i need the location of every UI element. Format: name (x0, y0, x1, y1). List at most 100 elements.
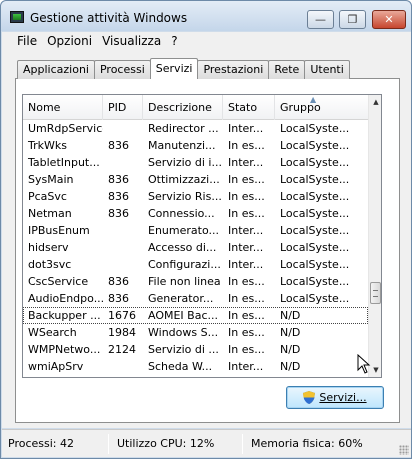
scrollbar-thumb[interactable] (370, 282, 381, 304)
column-header-name[interactable]: Nome (23, 95, 103, 120)
column-header-group[interactable]: Gruppo ▲ (275, 95, 368, 120)
cell-description: Enumerato... (148, 224, 219, 237)
tab-users[interactable]: Utenti (304, 60, 350, 79)
cell-status: In es... (228, 173, 265, 186)
cell-group: LocalSyste... (280, 241, 350, 254)
table-row[interactable]: IPBusEnum Enumerato... Inter... LocalSyste.… (23, 222, 368, 239)
cell-pid: 1676 (108, 309, 136, 322)
cell-name: wmiApSrv (28, 360, 84, 373)
cell-name: hidserv (28, 241, 69, 254)
table-row[interactable]: hidserv Accesso di... Inter... LocalSyste..… (23, 239, 368, 256)
cell-name: AudioEndpo... (28, 292, 103, 305)
cell-pid: 836 (108, 292, 129, 305)
cell-group: N/D (280, 326, 301, 339)
cell-status: Inter... (228, 224, 264, 237)
table-row[interactable]: AudioEndpo... 836 Generator... In es... Loca… (23, 290, 368, 307)
sort-ascending-icon: ▲ (310, 95, 317, 104)
cell-description: Servizio di ... (148, 343, 219, 356)
cell-pid (103, 222, 143, 239)
table-row[interactable]: WMPNetwo... 2124 Servizio di ... In es... N/… (23, 341, 368, 358)
tab-performance[interactable]: Prestazioni (197, 60, 270, 79)
list-rows: UmRdpService Redirector ... Inter... LocalS… (23, 120, 368, 375)
cell-status: Inter... (228, 241, 264, 254)
cell-description: Windows S... (148, 326, 219, 339)
menu-bar: File Opzioni Visualizza ? (2, 32, 411, 50)
tab-services[interactable]: Servizi (149, 58, 199, 79)
menu-options[interactable]: Opzioni (42, 34, 97, 48)
cell-name: TrkWks (28, 139, 67, 152)
table-row[interactable]: Netman 836 Connessio... In es... LocalSyste.… (23, 205, 368, 222)
table-row[interactable]: wmiApSrv Scheda W... Inter... N/D (23, 358, 368, 375)
cell-name: CscService (28, 275, 89, 288)
client-area: Applicazioni Processi Servizi Prestazion… (2, 50, 411, 428)
menu-view[interactable]: Visualizza (97, 34, 166, 48)
task-manager-icon (10, 11, 24, 23)
tab-network[interactable]: Rete (268, 60, 306, 79)
table-row[interactable]: PcaSvc 836 Servizio Ris... In es... LocalSys… (23, 188, 368, 205)
services-button-label: Servizi... (319, 391, 367, 404)
cell-group: LocalSyste... (280, 292, 350, 305)
cell-description: Scheda W... (148, 360, 213, 373)
resize-grip-icon[interactable] (399, 445, 409, 455)
cell-group: N/D (280, 309, 301, 322)
cell-name: TabletInput... (28, 156, 100, 169)
cell-name: Backupper ... (28, 309, 101, 322)
tab-applications[interactable]: Applicazioni (17, 60, 95, 79)
cell-name: IPBusEnum (28, 224, 90, 237)
cell-pid: 1984 (108, 326, 136, 339)
window-title: Gestione attività Windows (30, 11, 188, 25)
cell-group: LocalSyste... (280, 207, 350, 220)
close-button[interactable]: ✕ (372, 10, 406, 29)
cell-status: Inter... (228, 258, 264, 271)
cell-pid (103, 358, 143, 375)
cell-group: LocalSyste... (280, 122, 350, 135)
cell-group: LocalSyste... (280, 224, 350, 237)
column-header-description[interactable]: Descrizione (143, 95, 223, 120)
menu-help[interactable]: ? (166, 34, 182, 48)
mouse-cursor-icon (357, 354, 371, 374)
table-row[interactable]: UmRdpService Redirector ... Inter... LocalS… (23, 120, 368, 137)
cell-status: Inter... (228, 122, 264, 135)
services-button[interactable]: Servizi... (286, 386, 384, 409)
minimize-button[interactable]: — (307, 10, 334, 29)
cell-name: dot3svc (28, 258, 72, 271)
table-row[interactable]: TabletInput... Servizio di i... Inter... Lo… (23, 154, 368, 171)
maximize-button[interactable]: ❐ (339, 10, 366, 29)
tab-processes[interactable]: Processi (93, 60, 151, 79)
cell-name: Netman (28, 207, 72, 220)
cell-description: Servizio Ris... (148, 190, 222, 203)
cell-description: Ottimizzazi... (148, 173, 220, 186)
cell-pid: 836 (108, 275, 129, 288)
title-bar[interactable]: Gestione attività Windows — ❐ ✕ (1, 1, 411, 31)
scroll-up-icon[interactable]: ▲ (369, 95, 381, 109)
cell-pid: 2124 (108, 343, 136, 356)
cell-name: PcaSvc (28, 190, 67, 203)
tab-strip: Applicazioni Processi Servizi Prestazion… (17, 58, 350, 79)
table-row[interactable]: Backupper ... 1676 AOMEI Bac... In es... N/D (23, 307, 368, 324)
table-row[interactable]: TrkWks 836 Manutenzi... In es... LocalSyste.… (23, 137, 368, 154)
cell-group: LocalSyste... (280, 190, 350, 203)
table-row[interactable]: WSearch 1984 Windows S... In es... N/D (23, 324, 368, 341)
column-header-status[interactable]: Stato (223, 95, 275, 120)
cell-pid (103, 239, 143, 256)
vertical-scrollbar[interactable]: ▲ ▼ (368, 95, 381, 377)
cell-status: In es... (228, 309, 265, 322)
menu-file[interactable]: File (12, 34, 42, 48)
services-list[interactable]: Nome PID Descrizione Stato Gruppo ▲ UmRd… (22, 94, 382, 378)
cell-group: LocalSyste... (280, 275, 350, 288)
cell-name: SysMain (28, 173, 74, 186)
cell-status: In es... (228, 275, 265, 288)
cell-group: LocalSyste... (280, 139, 350, 152)
table-row[interactable]: SysMain 836 Ottimizzazi... In es... LocalSys… (23, 171, 368, 188)
table-row[interactable]: CscService 836 File non linea In es... Local… (23, 273, 368, 290)
cell-name: WSearch (28, 326, 77, 339)
status-processes: Processi: 42 (8, 437, 74, 450)
cell-description: AOMEI Bac... (148, 309, 218, 322)
cell-description: Generator... (148, 292, 214, 305)
cell-status: In es... (228, 207, 265, 220)
list-header: Nome PID Descrizione Stato Gruppo ▲ (23, 95, 368, 120)
table-row[interactable]: dot3svc Configurazi... Inter... LocalSyste.… (23, 256, 368, 273)
cell-group: LocalSyste... (280, 156, 350, 169)
column-header-pid[interactable]: PID (103, 95, 143, 120)
cell-description: Servizio di i... (148, 156, 222, 169)
